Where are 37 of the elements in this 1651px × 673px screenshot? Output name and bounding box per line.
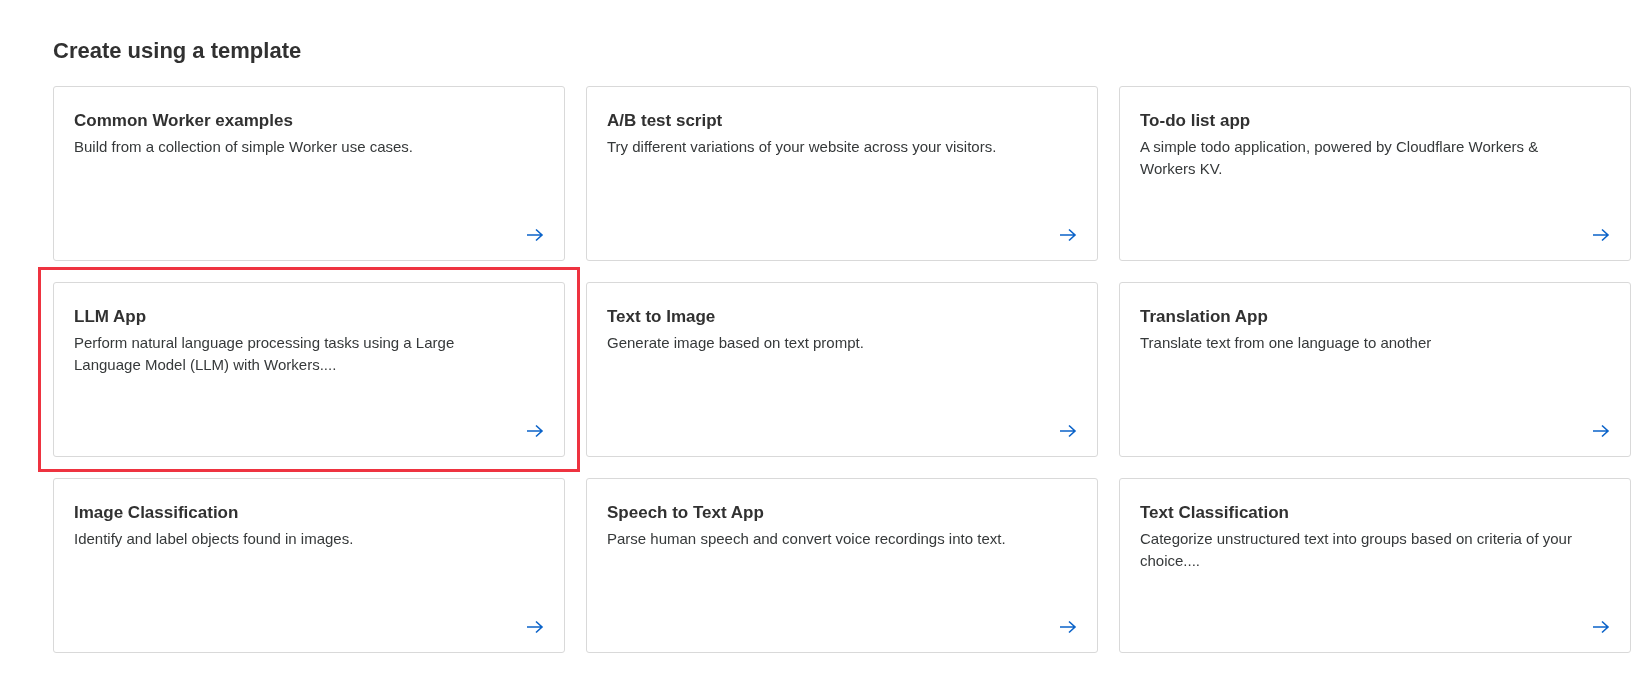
arrow-right-icon	[1592, 228, 1610, 242]
template-title: To-do list app	[1140, 110, 1251, 132]
template-card[interactable]: Text to Image Generate image based on text prompt.	[586, 282, 1098, 457]
template-description: Parse human speech and convert voice recordings into text.	[607, 529, 1007, 549]
template-description: Translate text from one language to another	[1140, 333, 1433, 353]
template-title: Common Worker examples	[74, 110, 293, 132]
arrow-right-icon	[1059, 424, 1077, 438]
template-title: Text Classification	[1140, 502, 1289, 524]
template-title: Image Classification	[74, 502, 239, 524]
template-description: Generate image based on text prompt.	[607, 333, 865, 353]
template-title: Speech to Text App	[607, 502, 764, 524]
template-card[interactable]: Translation App Translate text from one language to another	[1119, 282, 1631, 457]
template-card[interactable]: Speech to Text App Parse human speech and convert voice recordings into text.	[586, 478, 1098, 653]
template-title: A/B test script	[607, 110, 723, 132]
arrow-right-icon	[526, 424, 544, 438]
template-description: Build from a collection of simple Worker use cases.	[74, 137, 415, 157]
template-description: Identify and label objects found in images.	[74, 529, 355, 549]
template-card[interactable]: To-do list app A simple todo application, powered by Cloudflare Workers & Workers KV.	[1119, 86, 1631, 261]
arrow-right-icon	[526, 620, 544, 634]
section-heading: Create using a template	[53, 37, 302, 65]
template-card[interactable]: LLM App Perform natural language processing tasks using a Large Language Model (LLM) with Workers....	[53, 282, 565, 457]
template-description: A simple todo application, powered by Cloudflare Workers & Workers KV.	[1140, 137, 1540, 179]
template-title: Translation App	[1140, 306, 1268, 328]
template-title: Text to Image	[607, 306, 716, 328]
template-title: LLM App	[74, 306, 147, 328]
template-description: Try different variations of your website across your visitors.	[607, 137, 998, 157]
arrow-right-icon	[1592, 424, 1610, 438]
template-card[interactable]: A/B test script Try different variations of your website across your visitors.	[586, 86, 1098, 261]
arrow-right-icon	[526, 228, 544, 242]
template-description: Categorize unstructured text into groups based on criteria of your choice....	[1140, 529, 1573, 571]
arrow-right-icon	[1592, 620, 1610, 634]
template-card[interactable]: Text Classification Categorize unstructured text into groups based on criteria of your choice....	[1119, 478, 1631, 653]
template-card[interactable]: Common Worker examples Build from a collection of simple Worker use cases.	[53, 86, 565, 261]
template-description: Perform natural language processing tasks using a Large Language Model (LLM) with Workers....	[74, 333, 456, 375]
template-card[interactable]: Image Classification Identify and label objects found in images.	[53, 478, 565, 653]
arrow-right-icon	[1059, 620, 1077, 634]
arrow-right-icon	[1059, 228, 1077, 242]
